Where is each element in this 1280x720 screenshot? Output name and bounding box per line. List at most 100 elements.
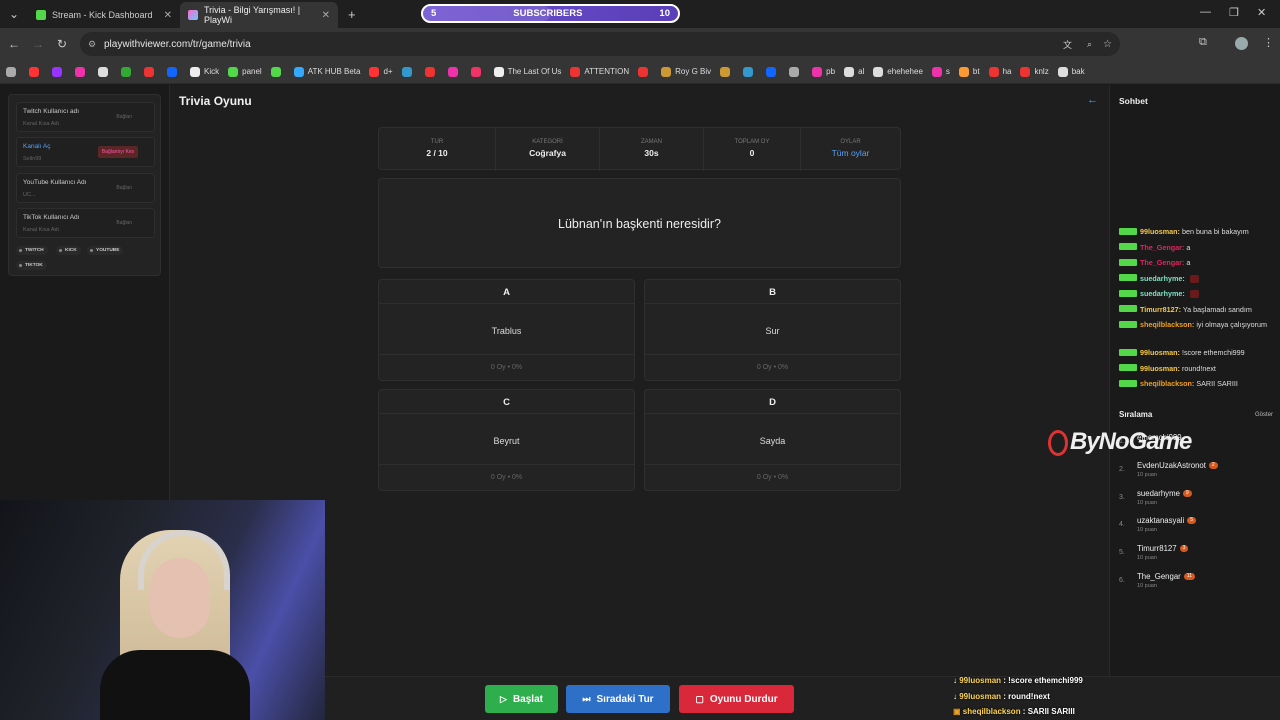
bookmark-item[interactable] [52,66,66,77]
bookmark-item[interactable]: ha [988,66,1011,77]
tiktok-sub[interactable]: Kanal Kısa Adı [23,227,59,233]
twitch-connect-button[interactable]: Bağlan [116,114,132,120]
divider [645,303,900,304]
tab-trivia[interactable]: Trivia - Bilgi Yarışması! | PlayWi ✕ [180,2,338,28]
bookmark-item[interactable]: Roy G Biv [661,66,711,77]
chat-username[interactable]: The_Gengar: [1140,258,1184,267]
bookmark-item[interactable] [401,66,416,77]
bookmark-item[interactable]: knlz [1020,66,1049,77]
minimize-icon[interactable]: — [1200,6,1211,18]
twitch-sub[interactable]: Kanal Kısa Adı [23,121,59,127]
rank-points: 10 puan [1137,527,1157,533]
bookmark-item[interactable] [424,66,439,77]
bookmark-item[interactable] [121,66,135,77]
bynogame-watermark: ByNoGame [1048,428,1192,456]
stop-game-button[interactable]: ▢ Oyunu Durdur [679,685,794,713]
chat-username[interactable]: 99luosman: [1140,348,1180,357]
bookmark-item[interactable] [98,66,112,77]
back-icon[interactable]: ← [2,37,26,51]
stat-value: 2 / 10 [426,148,448,158]
stop-label: Oyunu Durdur [709,693,778,705]
platform-tag-kick[interactable]: KICK [56,246,81,255]
zoom-icon[interactable]: ⌕ [1087,39,1092,50]
bookmark-item[interactable] [6,66,20,77]
option-votes: 0 Oy • 0% [490,474,523,481]
url-bar[interactable]: ⚙ playwithviewer.com/tr/game/trivia 文 ⌕ … [80,32,1120,56]
bookmark-item[interactable]: bt [958,66,980,77]
chat-username[interactable]: suedarhyme: [1140,274,1185,283]
bookmark-item[interactable]: s [931,66,950,77]
new-tab-icon[interactable]: + [348,7,356,22]
platform-tag-twitch[interactable]: TWITCH [16,246,48,255]
bookmark-item[interactable] [638,66,652,77]
bookmark-item[interactable] [720,66,734,77]
bookmark-item[interactable] [270,66,285,77]
bookmark-item[interactable]: pb [812,66,835,77]
site-info-icon[interactable]: ⚙ [88,39,96,50]
bookmark-item[interactable]: ehehehee [873,66,923,77]
tab-search-icon[interactable]: ⌄ [0,7,28,21]
tiktok-row[interactable]: TikTok Kullanıcı Adı Kanal Kısa Adı Bağl… [16,208,155,238]
bookmark-item[interactable] [447,66,462,77]
emote-icon [1189,290,1199,299]
bookmark-item[interactable] [167,66,181,77]
bookmark-item[interactable]: ATK HUB Beta [293,66,360,77]
bookmark-disney-icon [401,66,412,77]
option-a[interactable]: A Trablus 0 Oy • 0% [378,279,635,381]
ranking-show-button[interactable]: Göster [1255,412,1273,418]
reload-icon[interactable]: ↻ [50,37,74,51]
kick-disconnect-button[interactable]: Bağlantıyı Kes [98,146,138,158]
bookmark-item[interactable]: ATTENTION [570,66,629,77]
kick-sub[interactable]: Selin99 [23,156,41,162]
translate-icon[interactable]: 文 [1063,38,1072,51]
subscribers-current: 5 [431,8,437,19]
youtube-connect-button[interactable]: Bağlan [116,185,132,191]
bookmark-item[interactable]: The Last Of Us [493,66,561,77]
bookmark-item[interactable]: bak [1057,66,1085,77]
bookmark-item[interactable] [743,66,757,77]
bookmark-item[interactable]: Kick [190,66,219,77]
option-b[interactable]: B Sur 0 Oy • 0% [644,279,901,381]
twitch-row[interactable]: Twitch Kullanıcı adı Kanal Kısa Adı Bağl… [16,102,155,132]
bookmark-item[interactable]: panel [228,66,262,77]
bookmark-item[interactable] [75,66,89,77]
bookmark-item[interactable]: al [844,66,864,77]
start-button[interactable]: ▷ Başlat [485,685,558,713]
chat-username[interactable]: The_Gengar: [1140,243,1184,252]
all-votes-link[interactable]: Tüm oylar [801,148,900,158]
bookmark-item[interactable] [144,66,158,77]
bookmark-item[interactable] [29,66,43,77]
bookmark-item[interactable] [789,66,803,77]
chat-username[interactable]: Timurr8127: [1140,305,1181,314]
option-d[interactable]: D Sayda 0 Oy • 0% [644,389,901,491]
menu-icon[interactable]: ⋮ [1263,36,1274,49]
youtube-sub[interactable]: UC... [23,192,36,198]
youtube-row[interactable]: YouTube Kullanıcı Adı UC... Bağlan [16,173,155,203]
bookmark-star-icon[interactable]: ☆ [1103,39,1112,50]
kick-row[interactable]: Kanalı Aç Selin99 Bağlantıyı Kes [16,137,155,167]
chat-username[interactable]: suedarhyme: [1140,289,1185,298]
overlay-user: 99luosman [959,676,1002,685]
window-close-icon[interactable]: ✕ [1257,6,1266,19]
chat-username[interactable]: 99luosman: [1140,364,1180,373]
next-round-button[interactable]: ⏭ Sıradaki Tur [566,685,670,713]
profile-avatar[interactable] [1235,37,1248,50]
tab-kick-dashboard[interactable]: Stream - Kick Dashboard ✕ [28,2,180,28]
close-tab-icon[interactable]: ✕ [322,10,330,21]
bookmark-icon [743,66,754,77]
chat-username[interactable]: 99luosman: [1140,227,1180,236]
extensions-icon[interactable]: ⧉ [1199,36,1207,49]
tiktok-connect-button[interactable]: Bağlan [116,220,132,226]
forward-icon[interactable]: → [26,37,50,51]
bookmark-item[interactable] [766,66,780,77]
bookmark-item[interactable] [470,66,485,77]
chat-username[interactable]: sheqilblackson: [1140,379,1194,388]
bookmark-item[interactable]: d+ [369,66,393,77]
maximize-icon[interactable]: ❐ [1229,6,1239,19]
back-arrow-icon[interactable]: ← [1087,94,1098,106]
option-c[interactable]: C Beyrut 0 Oy • 0% [378,389,635,491]
platform-tag-tiktok[interactable]: TIKTOK [16,261,47,270]
close-tab-icon[interactable]: ✕ [164,10,172,21]
chat-username[interactable]: sheqilblackson: [1140,320,1194,329]
platform-tag-youtube[interactable]: YOUTUBE [87,246,124,255]
